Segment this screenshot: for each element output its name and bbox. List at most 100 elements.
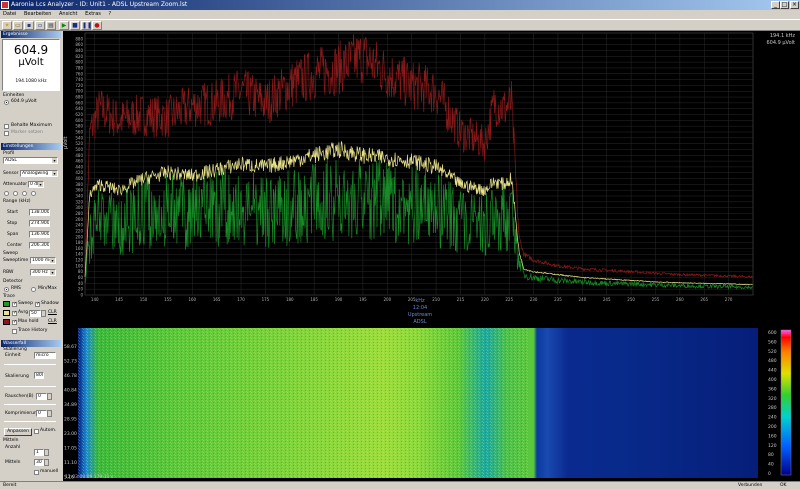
- x-tick-label: 195: [359, 297, 367, 302]
- waterfall-y-label: 46.78: [64, 373, 77, 379]
- mode-radio-2[interactable]: [13, 191, 18, 196]
- y-tick-label: 600: [75, 118, 83, 123]
- y-tick-label: 460: [75, 159, 83, 164]
- color-scale-label: 0: [768, 471, 771, 477]
- max-color-swatch[interactable]: [3, 319, 10, 325]
- print-icon[interactable]: ▤: [46, 21, 56, 30]
- center-input[interactable]: 206.300: [29, 242, 50, 249]
- minmax-label: Min/Max: [38, 286, 57, 291]
- x-tick-label: 210: [432, 297, 440, 302]
- mode-radio-4[interactable]: [31, 191, 36, 196]
- menu-ansicht[interactable]: Ansicht: [56, 11, 80, 17]
- unit-radio[interactable]: [4, 100, 9, 105]
- spectrum-chart-area[interactable]: 0 20 40 60 80 100 120 140 160 180 200 220 240 260 280 3…: [63, 31, 800, 326]
- y-tick-label: 440: [75, 164, 83, 169]
- menu-help[interactable]: ?: [105, 11, 114, 17]
- start-input[interactable]: 138.000: [29, 209, 50, 216]
- sensor-select[interactable]: Analogwing: [20, 170, 58, 177]
- new-icon[interactable]: ✦: [2, 21, 12, 30]
- averaging-input[interactable]: 30: [34, 459, 44, 466]
- avg-clear-button[interactable]: CLR: [48, 310, 57, 316]
- count-spinner[interactable]: [44, 449, 49, 456]
- settings-header[interactable]: Einstellungen: [1, 143, 61, 150]
- minimize-button[interactable]: _: [771, 1, 780, 9]
- stop-icon[interactable]: ■: [70, 21, 80, 30]
- save-icon[interactable]: ▪: [24, 21, 34, 30]
- trace-history-checkbox[interactable]: [12, 329, 17, 334]
- sweeptime-select[interactable]: 1000 ms: [30, 257, 56, 264]
- waterfall-area[interactable]: 58.67 52.73 46.78 40.84 34.89 28.95 23.00 17.05…: [63, 326, 800, 481]
- avg-color-swatch[interactable]: [3, 310, 10, 316]
- wf-compress-input[interactable]: 0: [36, 410, 47, 417]
- waterfall-spectrogram[interactable]: 58.67 52.73 46.78 40.84 34.89 28.95 23.00 17.05…: [63, 326, 800, 481]
- wf-unit-slider[interactable]: [4, 364, 56, 365]
- menu-bearbeiten[interactable]: Bearbeiten: [21, 11, 54, 17]
- rms-radio[interactable]: [4, 287, 9, 292]
- shadow-checkbox[interactable]: [35, 301, 40, 307]
- minmax-radio[interactable]: [31, 287, 36, 292]
- wf-compress-slider[interactable]: [4, 421, 56, 422]
- manual-checkbox[interactable]: [34, 470, 39, 475]
- profile-select[interactable]: ADSL: [3, 157, 58, 164]
- maxhold-checkbox[interactable]: [12, 319, 17, 325]
- y-tick-label: 340: [75, 194, 83, 199]
- results-header[interactable]: Ergebnisse: [1, 31, 61, 38]
- color-scale-label: 560: [768, 339, 777, 345]
- top-right-value: 604.9 µVolt: [766, 40, 795, 46]
- x-tick-label: 255: [652, 297, 660, 302]
- top-right-frequency: 194.1 kHz: [770, 33, 796, 39]
- avg-input[interactable]: 50: [29, 310, 41, 317]
- avg-spinner[interactable]: [41, 310, 46, 317]
- save-as-icon[interactable]: ▫: [35, 21, 45, 30]
- pause-icon[interactable]: ❚❚: [81, 21, 92, 30]
- mode-radio-1[interactable]: [4, 191, 9, 196]
- status-left: Bereit: [3, 483, 17, 488]
- spectrum-chart[interactable]: 0204060801001201401601802002202402602803…: [63, 31, 800, 326]
- close-button[interactable]: ×: [790, 1, 799, 9]
- x-tick-label: 145: [115, 297, 123, 302]
- adjust-button[interactable]: Anpassen: [4, 428, 32, 436]
- x-tick-label: 185: [310, 297, 318, 302]
- max-clear-button[interactable]: CLR: [48, 319, 57, 325]
- averaging-spinner[interactable]: [44, 459, 49, 466]
- y-tick-label: 700: [75, 89, 83, 94]
- wf-scale-slider[interactable]: [4, 386, 56, 387]
- auto-checkbox[interactable]: [34, 429, 39, 434]
- max-hold-checkbox[interactable]: [4, 124, 9, 129]
- mode-radio-3[interactable]: [22, 191, 27, 196]
- wf-compress-spinner[interactable]: [47, 410, 52, 417]
- sweep-color-swatch[interactable]: [3, 301, 10, 307]
- x-tick-label: 235: [554, 297, 562, 302]
- color-scale-label: 40: [768, 462, 774, 468]
- wf-noise-input[interactable]: 0: [36, 393, 47, 400]
- trace-label: Trace: [3, 294, 15, 299]
- avg-checkbox[interactable]: [12, 310, 17, 316]
- color-scale-label: 520: [768, 349, 777, 355]
- maximize-button[interactable]: □: [780, 1, 789, 9]
- averaging-section-label: Mitteln: [3, 438, 19, 443]
- rbw-select[interactable]: 300 Hz: [30, 269, 56, 276]
- wf-scale-input[interactable]: 800: [34, 372, 44, 379]
- attenuator-select[interactable]: 0 dB: [28, 181, 44, 188]
- menu-extras[interactable]: Extras: [82, 11, 104, 17]
- wf-unit-input[interactable]: micro: [34, 352, 56, 359]
- record-icon[interactable]: ●: [92, 21, 102, 30]
- color-scale-label: 480: [768, 358, 777, 364]
- span-input[interactable]: 136.900: [29, 231, 50, 238]
- count-input[interactable]: 1: [34, 449, 44, 456]
- x-tick-label: 215: [457, 297, 465, 302]
- marker-checkbox[interactable]: [4, 131, 9, 136]
- sweep-checkbox[interactable]: [12, 301, 17, 307]
- maxhold-trace-label: Max hold: [18, 319, 39, 324]
- y-tick-label: 740: [75, 77, 83, 82]
- y-tick-label: 0: [80, 293, 83, 298]
- open-icon[interactable]: ▭: [13, 21, 23, 30]
- wf-noise-slider[interactable]: [4, 404, 56, 405]
- waterfall-header[interactable]: Wasserfall: [1, 340, 61, 347]
- play-icon[interactable]: ▶: [59, 21, 69, 30]
- menu-datei[interactable]: Datei: [0, 11, 19, 17]
- sensor-label: Sensor: [3, 171, 19, 176]
- y-tick-label: 680: [75, 95, 83, 100]
- stop-input[interactable]: 274.900: [29, 220, 50, 227]
- wf-noise-spinner[interactable]: [47, 393, 52, 400]
